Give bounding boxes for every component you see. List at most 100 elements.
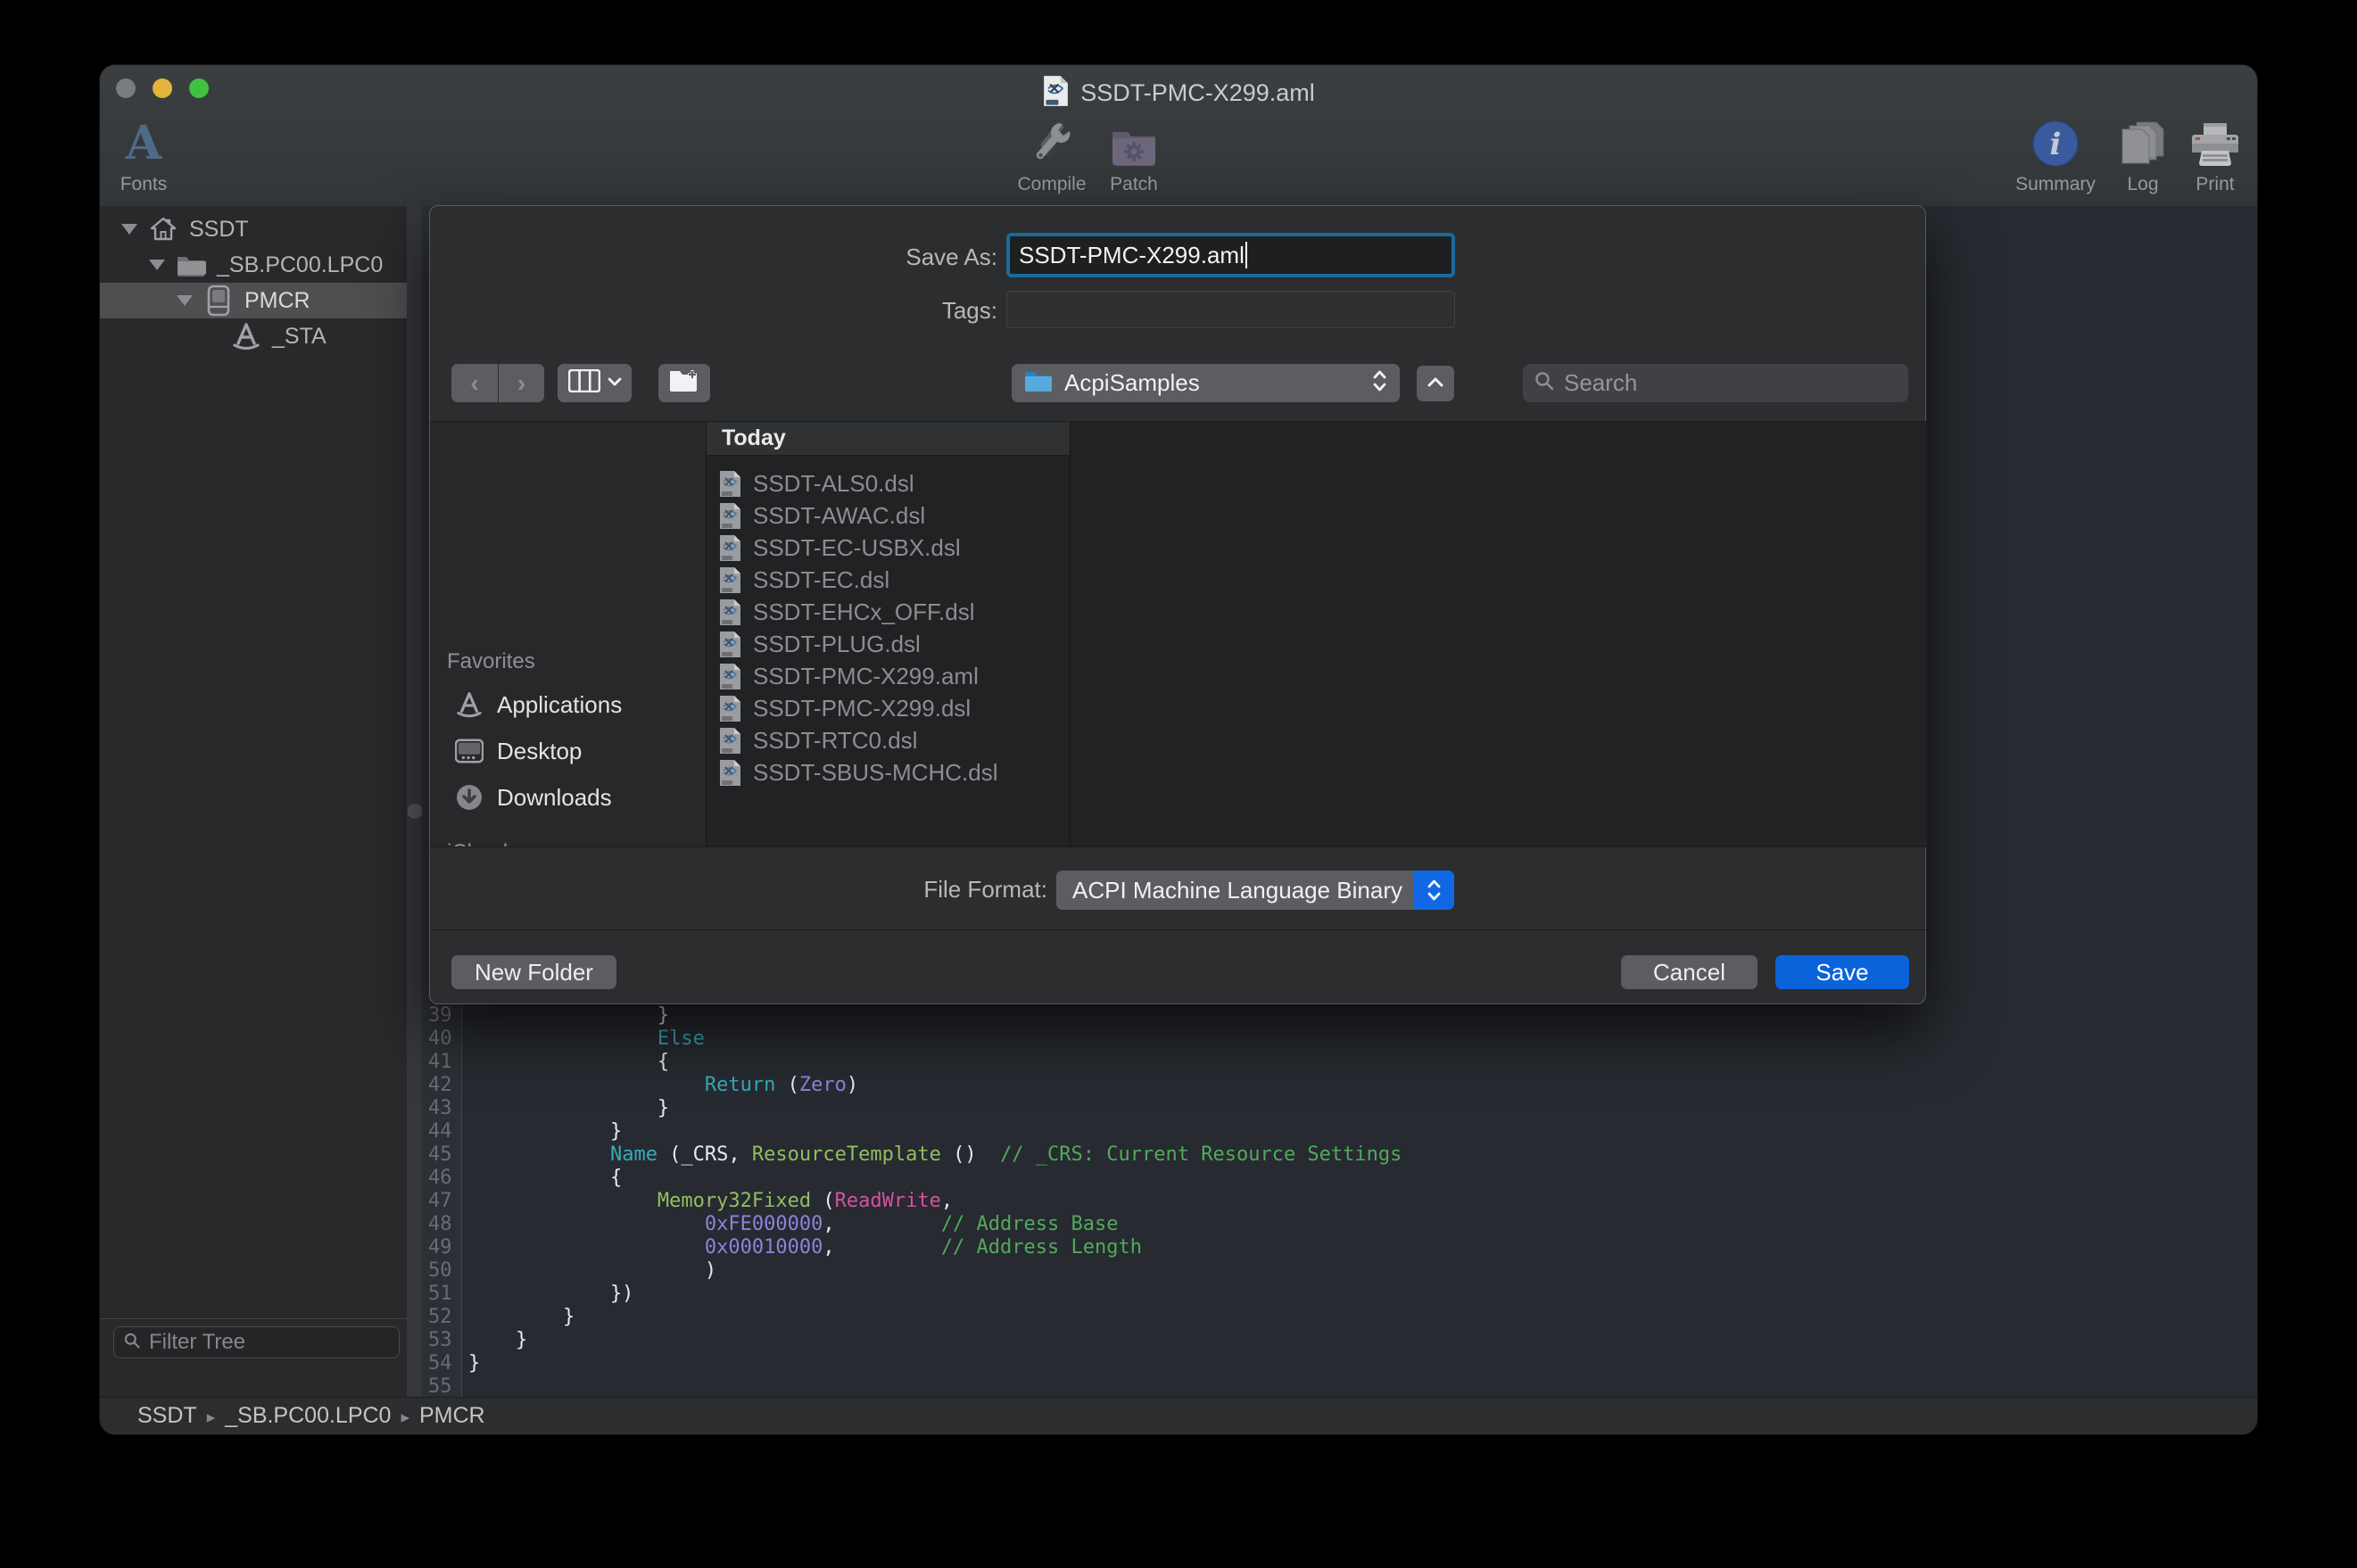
- tree-item-ssdt[interactable]: SSDT: [100, 211, 407, 247]
- file-row[interactable]: SSDT-PMC-X299.dsl: [707, 692, 1070, 724]
- document-file-icon: [719, 566, 741, 594]
- disclosure-triangle-icon[interactable]: [121, 224, 137, 235]
- save-dialog: Save As: SSDT-PMC-X299.aml Tags: ‹ › Acp…: [429, 205, 1926, 1004]
- document-file-icon: [719, 502, 741, 530]
- file-row[interactable]: SSDT-AWAC.dsl: [707, 499, 1070, 532]
- file-row[interactable]: SSDT-PMC-X299.aml: [707, 660, 1070, 692]
- file-browser: Favorites ApplicationsDesktopDownloads i…: [430, 421, 1927, 847]
- disclosure-triangle-icon[interactable]: [149, 260, 165, 270]
- places-sidebar: Favorites ApplicationsDesktopDownloads i…: [430, 422, 707, 846]
- forward-button[interactable]: ›: [499, 364, 544, 402]
- search-icon: [1534, 370, 1555, 396]
- status-bar: SSDT▸_SB.PC00.LPC0▸PMCR: [100, 1397, 2257, 1434]
- file-name: SSDT-PMC-X299.aml: [753, 663, 979, 690]
- file-row[interactable]: SSDT-EC.dsl: [707, 564, 1070, 596]
- sidebar-item-downloads[interactable]: Downloads: [430, 774, 706, 821]
- chevron-up-icon: [1427, 375, 1443, 392]
- sidebar-item-applications[interactable]: Applications: [430, 681, 706, 728]
- print-button[interactable]: Print: [2144, 115, 2258, 195]
- filter-tree-input[interactable]: Filter Tree: [113, 1326, 400, 1358]
- document-file-icon: [719, 695, 741, 722]
- file-format-popup[interactable]: ACPI Machine Language Binary: [1056, 871, 1454, 910]
- document-file-icon: [719, 631, 741, 658]
- file-row[interactable]: SSDT-RTC0.dsl: [707, 724, 1070, 756]
- fonts-button[interactable]: A Fonts: [99, 115, 215, 195]
- place-label: Downloads: [497, 784, 612, 812]
- place-label: Applications: [497, 691, 622, 719]
- file-row[interactable]: SSDT-EC-USBX.dsl: [707, 532, 1070, 564]
- filter-area: Filter Tree: [100, 1318, 407, 1393]
- line-numbers: 3940414243444546474849505152535455: [428, 1004, 452, 1399]
- splitter-knob-icon[interactable]: [407, 804, 422, 819]
- file-format-label: File Format:: [833, 876, 1047, 904]
- file-group-header: Today: [707, 422, 1070, 456]
- document-file-icon: [719, 759, 741, 787]
- up-directory-button[interactable]: [1417, 366, 1454, 401]
- save-button[interactable]: Save: [1775, 955, 1909, 989]
- text-caret: [1245, 242, 1247, 268]
- disclosure-triangle-icon[interactable]: [177, 295, 193, 306]
- window-title: SSDT-PMC-X299.aml: [1080, 79, 1315, 107]
- tree-item-label: _STA: [272, 324, 327, 350]
- document-file-icon: [719, 598, 741, 626]
- tree-item-label: SSDT: [189, 217, 249, 243]
- updown-chevrons-icon: [1413, 871, 1454, 910]
- file-name: SSDT-EC.dsl: [753, 566, 889, 594]
- file-name: SSDT-ALS0.dsl: [753, 470, 914, 498]
- file-name: SSDT-RTC0.dsl: [753, 727, 917, 755]
- file-row[interactable]: SSDT-SBUS-MCHC.dsl: [707, 756, 1070, 788]
- favorites-list: Applications Desktop Downloads: [430, 681, 706, 821]
- device-icon: [203, 285, 234, 316]
- file-row[interactable]: SSDT-EHCx_OFF.dsl: [707, 596, 1070, 628]
- view-mode-button[interactable]: [558, 364, 632, 402]
- tree-item-pmcr[interactable]: PMCR: [100, 283, 407, 318]
- tree-item-_sb.pc00.lpc0[interactable]: _SB.PC00.LPC0: [100, 247, 407, 283]
- breadcrumb-item: SSDT: [137, 1403, 197, 1428]
- save-as-label: Save As:: [783, 243, 997, 271]
- sidebar-item-desktop[interactable]: Desktop: [430, 728, 706, 774]
- document-file-icon: [719, 534, 741, 562]
- method-icon: [231, 321, 261, 351]
- new-folder-icon-button[interactable]: [658, 364, 710, 402]
- tags-input[interactable]: [1006, 291, 1455, 328]
- applications-icon: [455, 690, 484, 719]
- save-as-input[interactable]: SSDT-PMC-X299.aml: [1006, 233, 1455, 277]
- downloads-icon: [455, 783, 484, 812]
- location-popup[interactable]: AcpiSamples: [1012, 364, 1400, 402]
- code-text[interactable]: } Else { Return (Zero) } } Name (_CRS, R…: [468, 1004, 2257, 1375]
- document-icon: [1042, 75, 1070, 111]
- file-list-column: Today SSDT-ALS0.dslSSDT-AWAC.dslSSDT-EC-…: [707, 422, 1071, 846]
- tree-sidebar: SSDT _SB.PC00.LPC0 PMCR _STA Filter Tree: [100, 206, 407, 1397]
- favorites-header: Favorites: [447, 649, 535, 674]
- svg-text:i: i: [2050, 127, 2062, 162]
- new-folder-button[interactable]: New Folder: [451, 955, 616, 989]
- tree-item-label: _SB.PC00.LPC0: [217, 252, 383, 278]
- folder-blue-icon: [1024, 369, 1053, 397]
- back-button[interactable]: ‹: [451, 364, 498, 402]
- search-icon: [123, 1332, 141, 1354]
- document-file-icon: [719, 727, 741, 755]
- file-name: SSDT-EC-USBX.dsl: [753, 534, 961, 562]
- printer-icon: [2191, 115, 2239, 167]
- desktop-icon: [455, 737, 484, 765]
- patch-button[interactable]: Patch: [1063, 115, 1205, 195]
- updown-chevrons-icon: [1372, 368, 1387, 398]
- tags-label: Tags:: [783, 297, 997, 325]
- cancel-button[interactable]: Cancel: [1621, 955, 1757, 989]
- search-input[interactable]: Search: [1523, 364, 1908, 402]
- dialog-footer: New Folder Cancel Save: [430, 929, 1927, 1005]
- file-name: SSDT-PLUG.dsl: [753, 631, 921, 658]
- fonts-icon: A: [126, 115, 161, 167]
- folder-icon: [176, 250, 206, 280]
- document-file-icon: [719, 663, 741, 690]
- patch-folder-icon: [1110, 115, 1158, 167]
- tree-item-_sta[interactable]: _STA: [100, 318, 407, 354]
- breadcrumb-separator-icon: ▸: [207, 1408, 216, 1427]
- folder-plus-icon: [668, 368, 700, 398]
- asl-tree: SSDT _SB.PC00.LPC0 PMCR _STA: [100, 211, 407, 354]
- document-file-icon: [719, 470, 741, 498]
- file-row[interactable]: SSDT-PLUG.dsl: [707, 628, 1070, 660]
- pane-splitter[interactable]: [407, 206, 422, 1397]
- breadcrumb-item: PMCR: [419, 1403, 485, 1428]
- file-row[interactable]: SSDT-ALS0.dsl: [707, 467, 1070, 499]
